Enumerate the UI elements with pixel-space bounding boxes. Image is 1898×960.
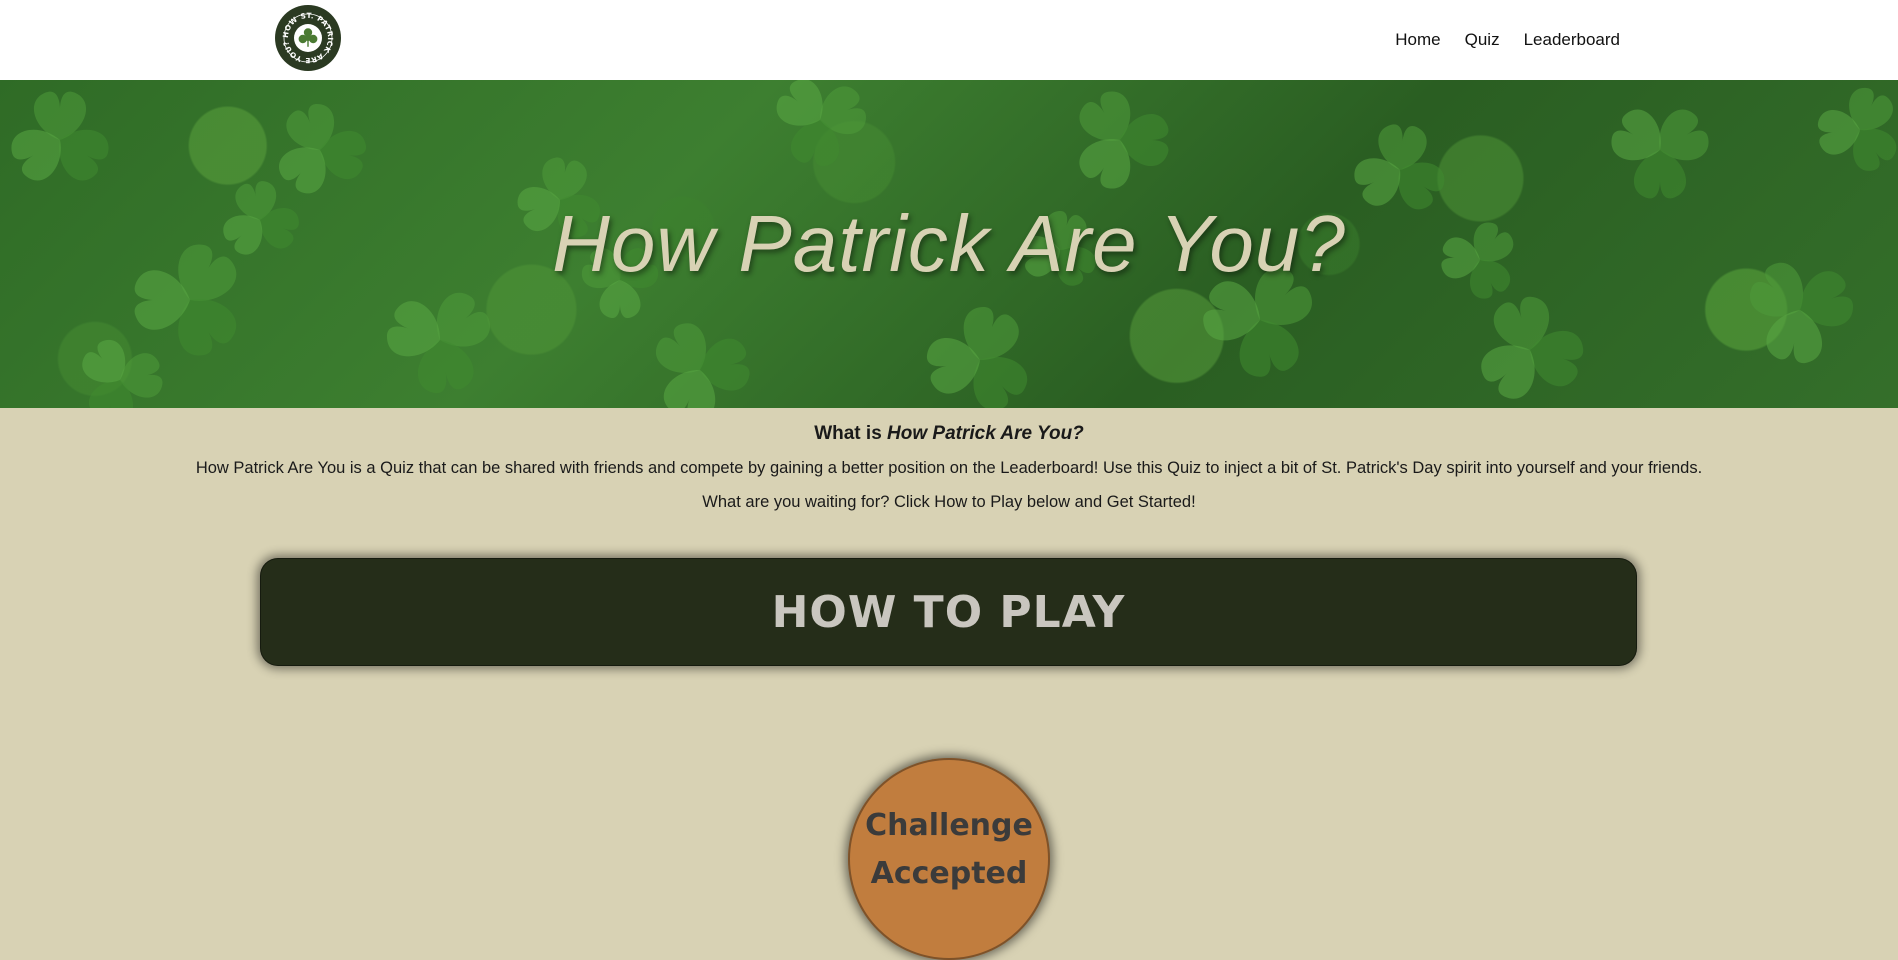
shamrock-logo-icon: HOW ST. PATRICK ARE YOU? <box>276 6 340 70</box>
main-nav: Home Quiz Leaderboard <box>1395 0 1620 80</box>
how-to-play-button[interactable]: How to Play <box>260 558 1637 666</box>
site-logo[interactable]: HOW ST. PATRICK ARE YOU? <box>275 5 341 71</box>
nav-home-link[interactable]: Home <box>1395 30 1440 50</box>
top-navbar: HOW ST. PATRICK ARE YOU? Home Quiz Leade… <box>0 0 1898 80</box>
about-heading-emphasis: How Patrick Are You? <box>887 423 1084 444</box>
hero-title: How Patrick Are You? <box>552 199 1346 288</box>
about-description: How Patrick Are You is a Quiz that can b… <box>195 459 1703 477</box>
about-call-to-action: What are you waiting for? Click How to P… <box>702 493 1196 511</box>
about-section: What is How Patrick Are You? How Patrick… <box>0 408 1898 514</box>
nav-leaderboard-link[interactable]: Leaderboard <box>1524 30 1620 50</box>
nav-quiz-link[interactable]: Quiz <box>1465 30 1500 50</box>
challenge-label-line1: Challenge <box>865 808 1033 843</box>
about-heading-prefix: What is <box>814 423 882 444</box>
how-to-play-label: How to Play <box>771 586 1126 638</box>
challenge-label-line2: Accepted <box>870 856 1028 891</box>
hero-banner: How Patrick Are You? <box>0 80 1898 408</box>
about-heading: What is How Patrick Are You? <box>0 422 1898 446</box>
challenge-accepted-button[interactable]: Challenge Accepted <box>848 758 1050 960</box>
